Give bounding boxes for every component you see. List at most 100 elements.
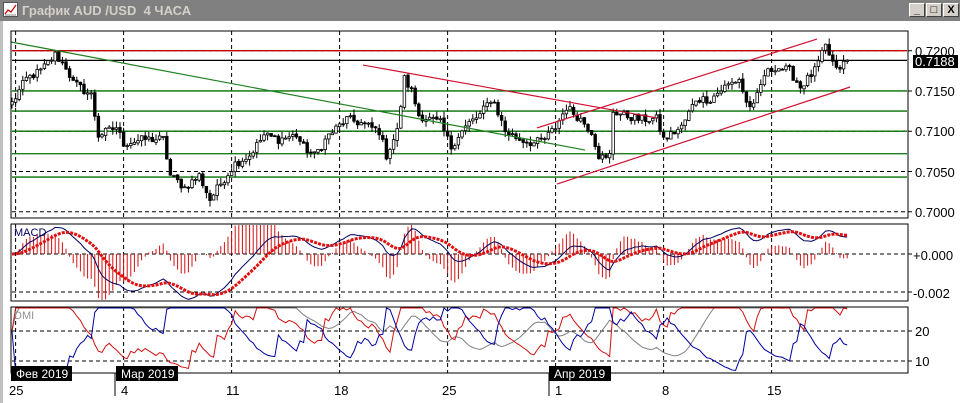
- bullish-candle: [193, 178, 198, 181]
- bullish-candle: [39, 68, 43, 71]
- macd-signal-line: [11, 230, 848, 297]
- bearish-candle: [381, 135, 385, 140]
- bullish-candle: [103, 127, 108, 136]
- bullish-candle: [172, 175, 176, 177]
- bearish-candle: [75, 79, 79, 83]
- bearish-candle: [341, 123, 345, 126]
- bullish-candle: [337, 123, 342, 128]
- bearish-candle: [496, 101, 500, 116]
- time-axis: Фев 2019 Мар 2019 Апр 2019 25 4 11 18 25…: [9, 366, 781, 398]
- bearish-candle: [791, 66, 795, 81]
- bullish-candle: [13, 98, 18, 103]
- bullish-candle: [489, 101, 493, 104]
- bullish-candle: [820, 49, 824, 62]
- dmi-panel: [10, 306, 909, 374]
- bearish-candle: [60, 61, 65, 64]
- bearish-candle: [143, 135, 147, 140]
- bearish-candle: [298, 136, 302, 142]
- bearish-candle: [31, 74, 36, 79]
- bullish-candle: [453, 145, 457, 150]
- bullish-candle: [751, 102, 756, 108]
- bullish-candle: [161, 136, 165, 138]
- bullish-candle: [737, 79, 741, 83]
- bearish-candle: [168, 159, 173, 176]
- bearish-candle: [406, 74, 410, 88]
- bullish-candle: [388, 149, 392, 159]
- bullish-candle: [35, 69, 39, 78]
- bullish-candle: [676, 128, 680, 135]
- bullish-candle: [215, 184, 219, 196]
- bearish-candle: [71, 76, 75, 81]
- price-axis: 0.7200 0.7150 0.7100 0.7050 0.7000 0.718…: [913, 44, 958, 220]
- bullish-candle: [723, 84, 727, 92]
- bearish-candle: [769, 67, 774, 72]
- trend_red-trendline: [536, 38, 818, 129]
- last-price-label: 0.7188: [915, 54, 955, 69]
- bearish-candle: [589, 130, 594, 135]
- day-label: 25: [9, 383, 23, 398]
- bullish-candle: [330, 132, 335, 136]
- bullish-candle: [607, 153, 612, 159]
- bearish-candle: [780, 68, 785, 71]
- bullish-candle: [550, 128, 554, 133]
- bullish-candle: [255, 142, 259, 153]
- bearish-candle: [64, 61, 68, 70]
- bullish-candle: [154, 139, 158, 143]
- bearish-candle: [445, 130, 450, 137]
- bullish-candle: [784, 65, 788, 71]
- dmi-series: [11, 307, 848, 373]
- bearish-candle: [665, 137, 669, 140]
- bullish-candle: [42, 63, 47, 69]
- bearish-candle: [417, 103, 421, 117]
- bearish-candle: [121, 131, 126, 147]
- bearish-candle: [503, 120, 507, 133]
- bullish-candle: [690, 104, 695, 112]
- bearish-candle: [625, 110, 630, 119]
- bearish-candle: [539, 137, 543, 140]
- grid-lines: [12, 31, 913, 373]
- bearish-candle: [309, 151, 313, 154]
- bullish-candle: [366, 122, 371, 125]
- bearish-candle: [179, 178, 183, 189]
- bearish-candle: [658, 114, 662, 132]
- bearish-candle: [377, 128, 381, 136]
- bearish-candle: [499, 115, 504, 121]
- bullish-candle: [89, 92, 93, 95]
- bearish-candle: [301, 141, 306, 144]
- bearish-candle: [809, 74, 813, 78]
- dmi-axis-label: 20: [915, 324, 929, 339]
- bullish-candle: [226, 175, 230, 184]
- bearish-candle: [276, 135, 281, 144]
- bullish-candle: [467, 121, 471, 127]
- bullish-candle: [402, 75, 407, 108]
- bullish-candle: [136, 140, 140, 144]
- bearish-candle: [355, 120, 360, 126]
- bullish-candle: [291, 134, 295, 137]
- bullish-candle: [132, 141, 137, 145]
- bullish-candle: [49, 59, 54, 62]
- bearish-candle: [597, 145, 601, 160]
- day-label: 1: [555, 383, 562, 398]
- bearish-candle: [175, 174, 180, 181]
- price-label: 0.7000: [915, 205, 955, 220]
- bearish-candle: [67, 68, 72, 78]
- macd-series: [11, 225, 848, 300]
- bullish-candle: [244, 158, 248, 162]
- minus-di-line: [11, 307, 848, 373]
- bearish-candle: [517, 138, 522, 141]
- bullish-candle: [85, 92, 90, 95]
- bullish-candle: [147, 136, 151, 140]
- bullish-candle: [823, 43, 828, 51]
- day-label: 25: [442, 383, 456, 398]
- bearish-candle: [604, 154, 608, 158]
- bullish-candle: [845, 59, 849, 62]
- day-label: 11: [226, 383, 240, 398]
- bearish-candle: [741, 78, 745, 92]
- bullish-candle: [683, 119, 687, 126]
- bullish-candle: [312, 151, 317, 154]
- bullish-candle: [553, 128, 558, 131]
- macd-axis-label: -0.002: [913, 286, 950, 301]
- bullish-candle: [679, 124, 684, 130]
- chart-area[interactable]: MACD DMI 0.7200 0.7150 0.7100 0.7050 0.7…: [0, 0, 960, 403]
- dmi-axis: 20 10: [915, 324, 929, 369]
